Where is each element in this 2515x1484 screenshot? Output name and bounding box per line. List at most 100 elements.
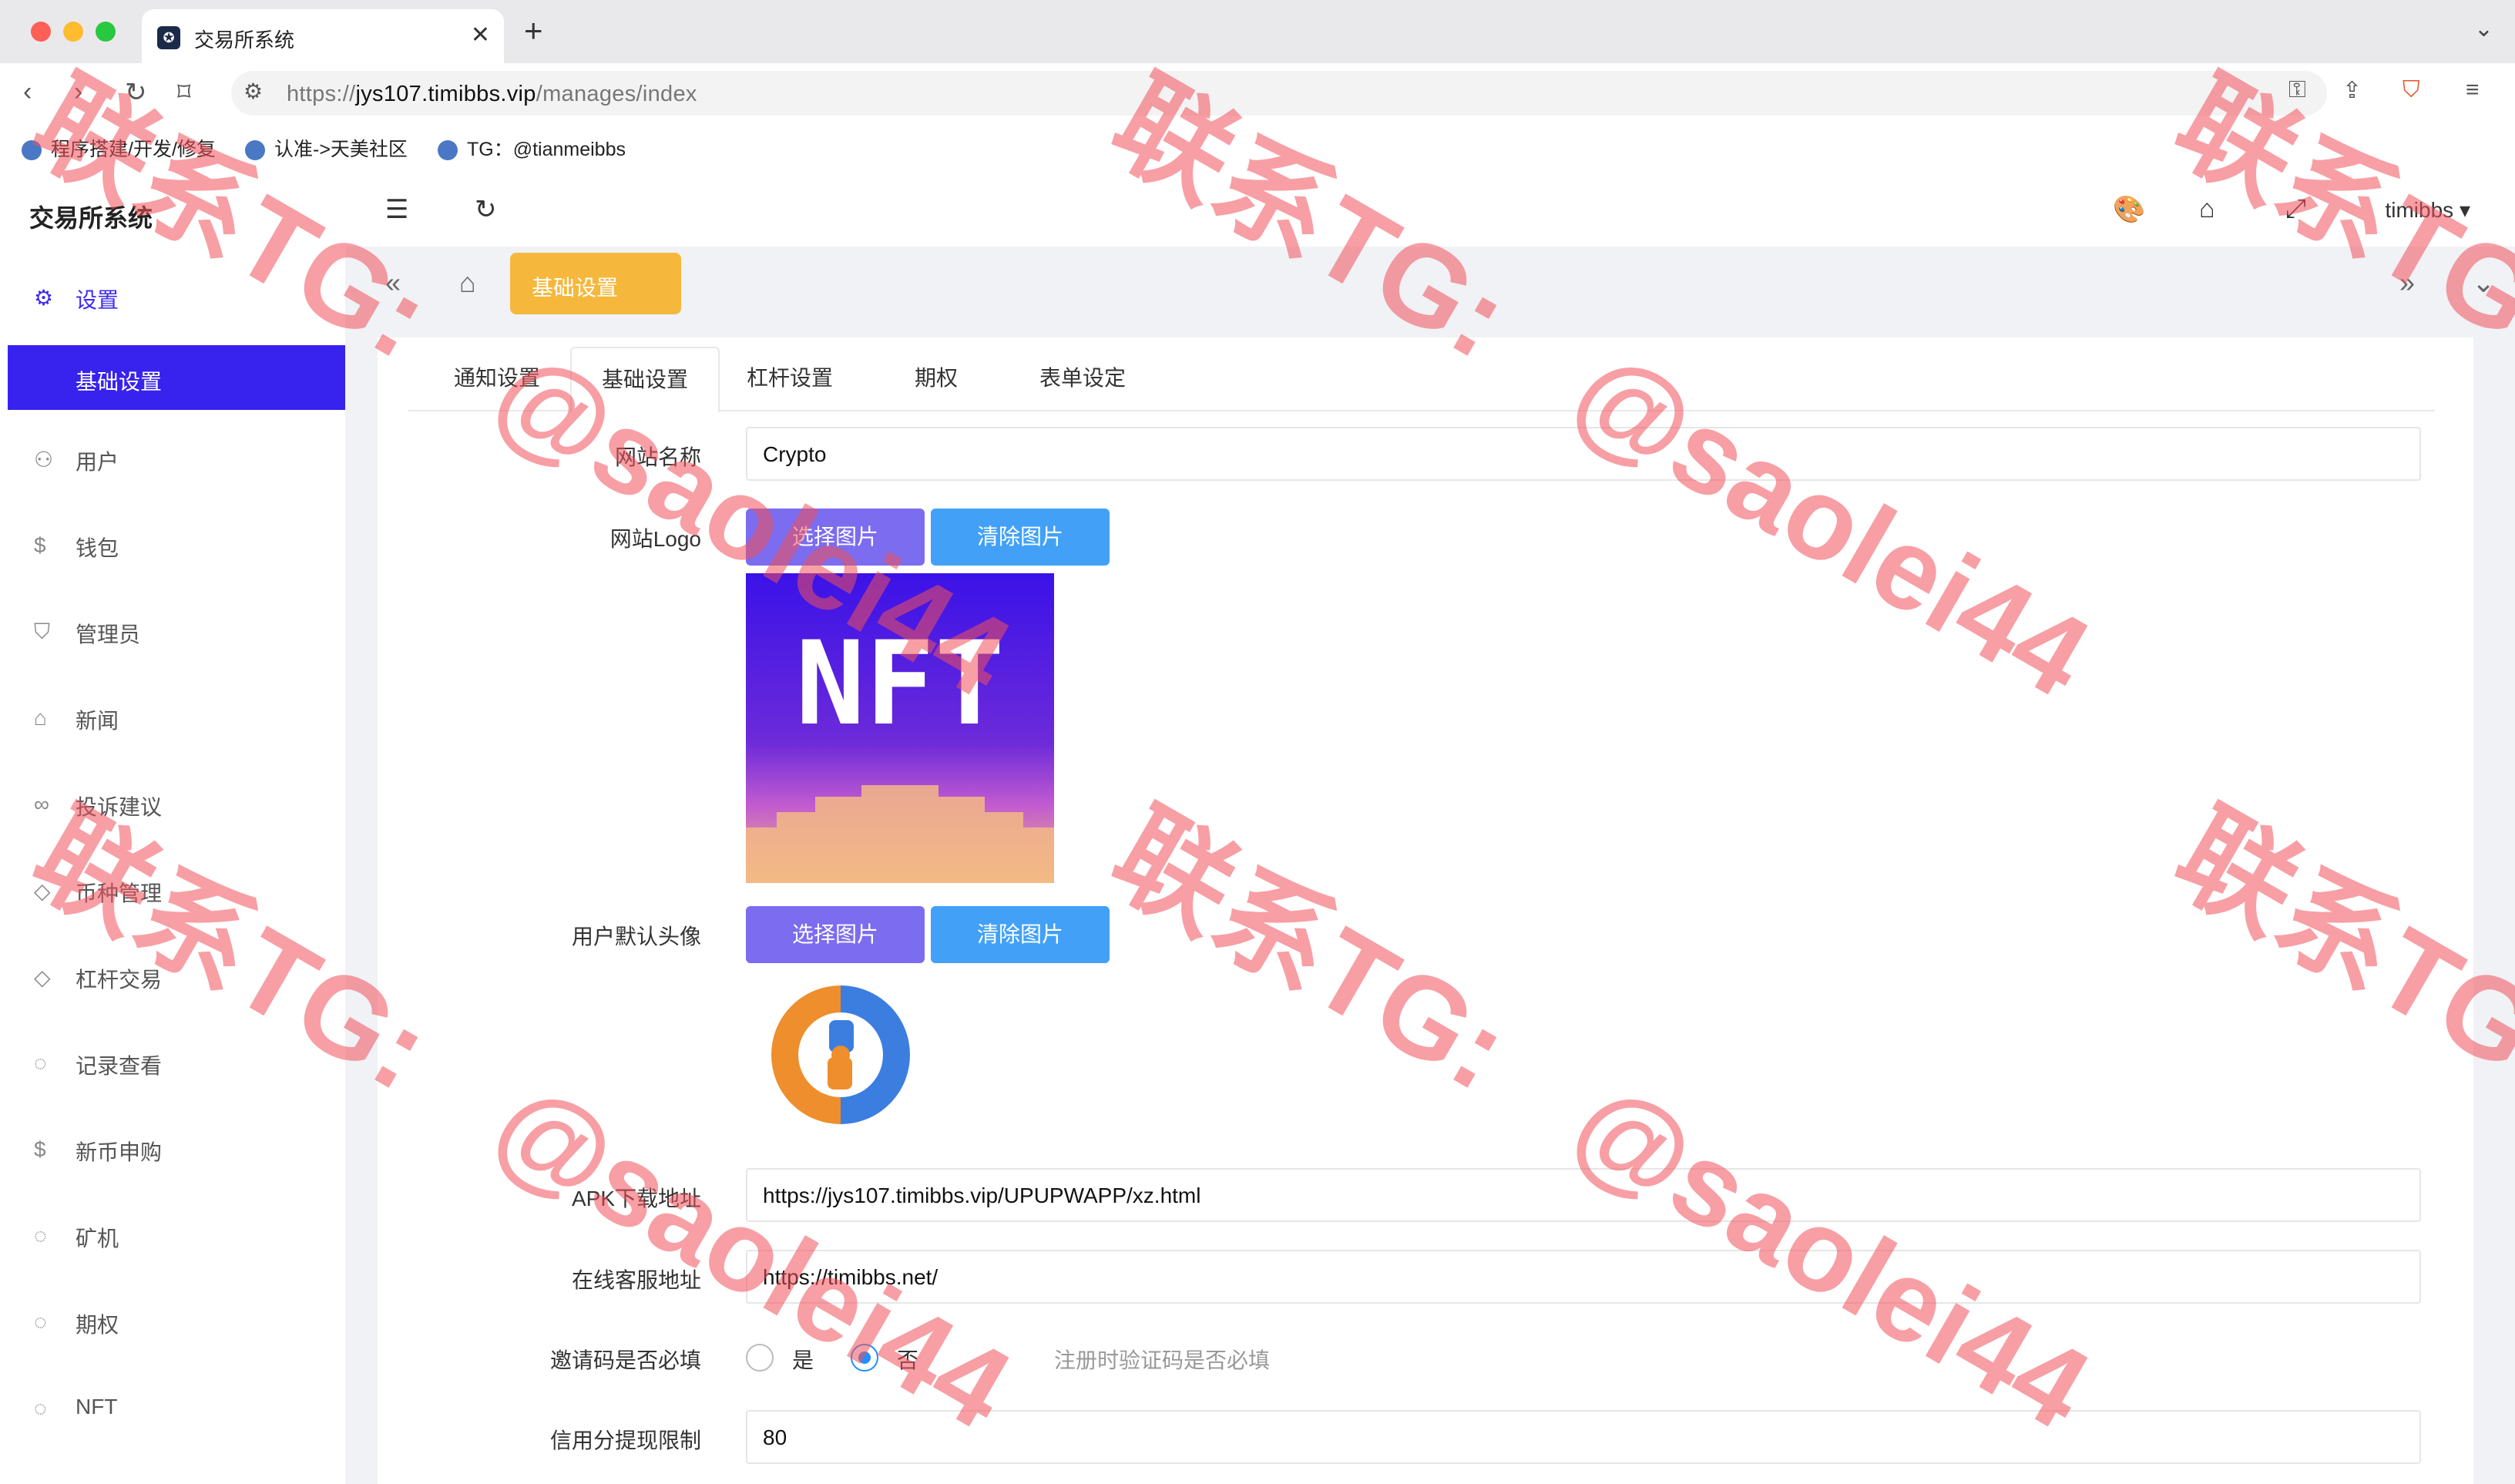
tag-basic-settings[interactable]: 基础设置	[510, 253, 681, 314]
sidebar-item-label: NFT	[76, 1395, 118, 1419]
tab-title: 交易所系统	[194, 29, 295, 52]
tab-form-settings[interactable]: 表单设定	[1009, 347, 1156, 410]
url-bar[interactable]: ⚙ https://jys107.timibbs.vip/manages/ind…	[231, 71, 2327, 116]
url-text: https://jys107.timibbs.vip/manages/index	[287, 82, 697, 107]
tab-options[interactable]: 期权	[863, 347, 1009, 410]
sidebar-item-basic-settings[interactable]: 基础设置	[8, 345, 345, 410]
bookmark-favicon-icon	[245, 140, 265, 161]
refresh-icon[interactable]: ↻	[475, 194, 497, 225]
tag-label: 基础设置	[532, 276, 619, 300]
settings-tabs: 通知设置 基础设置 杠杆设置 期权 表单设定	[408, 347, 2435, 413]
user-icon: ⚇	[34, 448, 54, 472]
bookmark-item[interactable]: 认准->天美社区	[245, 134, 408, 162]
invite-code-label: 邀请码是否必填	[549, 1348, 701, 1372]
sidebar-item-users[interactable]: ⚇ 用户	[0, 418, 345, 502]
diamond-icon: ◇	[34, 965, 51, 989]
bookmark-item[interactable]: TG：@tianmeibbs	[438, 134, 626, 162]
minimize-window-button[interactable]	[63, 22, 83, 42]
new-tab-button[interactable]: +	[524, 12, 543, 49]
palette-icon[interactable]: 🎨	[2113, 194, 2145, 225]
select-avatar-button[interactable]: 选择图片	[746, 906, 925, 963]
brave-shield-icon[interactable]: ⛉	[2403, 77, 2420, 103]
clear-avatar-button[interactable]: 清除图片	[931, 906, 1110, 963]
app-title: 交易所系统	[29, 204, 153, 232]
avatar-label: 用户默认头像	[571, 925, 701, 948]
close-window-button[interactable]	[31, 22, 51, 42]
clear-logo-button[interactable]: 清除图片	[931, 509, 1110, 566]
url-path: /manages/index	[536, 82, 697, 106]
sidebar-item-wallet[interactable]: $ 钱包	[0, 504, 345, 589]
bookmark-label: 程序搭建/开发/修复	[51, 139, 216, 160]
close-tab-icon[interactable]: ✕	[471, 22, 490, 49]
user-menu[interactable]: timibbs ▾	[2385, 197, 2470, 223]
sidebar-item-nft[interactable]: ◌ NFT	[0, 1367, 345, 1452]
browser-tab[interactable]: ✪ 交易所系统 ✕	[142, 9, 504, 63]
bookmark-label: 认准->天美社区	[274, 139, 408, 160]
maximize-window-button[interactable]	[96, 22, 116, 42]
tab-list-chevron-icon[interactable]: ⌄	[2474, 15, 2493, 42]
service-url-label: 在线客服地址	[571, 1268, 701, 1292]
tab-notification-settings[interactable]: 通知设置	[424, 347, 570, 410]
browser-toolbar: ‹ › ↻ ⌑ ⚙ https://jys107.timibbs.vip/man…	[0, 63, 2515, 125]
bookmark-favicon-icon	[22, 140, 42, 161]
share-icon[interactable]: ⇪	[2342, 77, 2362, 104]
reload-icon[interactable]: ↻	[125, 77, 147, 108]
username: timibbs	[2385, 198, 2454, 222]
sidebar-item-label: 钱包	[76, 536, 119, 560]
loading-icon: ◌	[34, 1224, 47, 1247]
key-icon[interactable]: ⚿	[2288, 77, 2306, 103]
link-icon: ∞	[34, 792, 49, 816]
invite-yes-radio[interactable]	[746, 1344, 774, 1372]
site-logo-image: NFT	[746, 573, 1054, 883]
select-logo-button[interactable]: 选择图片	[746, 509, 925, 566]
main-content: 通知设置 基础设置 杠杆设置 期权 表单设定 网站名称 Crypto 网站Log…	[378, 337, 2473, 1484]
back-icon[interactable]: ‹	[23, 77, 32, 107]
sidebar-item-admin[interactable]: ⛉ 管理员	[0, 590, 345, 675]
loading-icon: ◌	[34, 1051, 47, 1075]
fullscreen-icon[interactable]: ⤢	[2285, 194, 2306, 224]
collapse-menu-icon[interactable]: ☰	[385, 194, 408, 225]
invite-yes-label: 是	[792, 1348, 814, 1372]
bookmark-icon[interactable]: ⌑	[177, 77, 190, 108]
invite-no-radio[interactable]	[851, 1344, 878, 1372]
sidebar-item-label: 期权	[76, 1313, 119, 1337]
sidebar-item-leverage[interactable]: ◇ 杠杆交易	[0, 935, 345, 1020]
bookmarks-bar: 程序搭建/开发/修复 认准->天美社区 TG：@tianmeibbs	[0, 125, 2515, 172]
home-icon[interactable]: ⌂	[459, 267, 476, 299]
site-name-input[interactable]: Crypto	[746, 427, 2421, 481]
sidebar-item-label: 杠杆交易	[76, 968, 163, 992]
invite-no-label: 否	[897, 1348, 919, 1372]
menu-icon[interactable]: ≡	[2466, 77, 2480, 103]
bookmark-item[interactable]: 程序搭建/开发/修复	[22, 134, 216, 162]
favicon-icon: ✪	[157, 26, 180, 49]
sidebar-item-ipo[interactable]: $ 新币申购	[0, 1108, 345, 1193]
sidebar-item-label: 投诉建议	[76, 795, 163, 819]
forward-icon[interactable]: ›	[74, 77, 82, 107]
url-host: jys107.timibbs.vip	[355, 82, 536, 106]
app-header: ☰ ↻ 🎨 ⌂ ⤢ timibbs ▾	[345, 171, 2515, 247]
tag-icon[interactable]: ⌂	[2199, 194, 2215, 224]
tab-leverage-settings[interactable]: 杠杆设置	[717, 347, 863, 410]
service-url-input[interactable]: https://timibbs.net/	[746, 1250, 2421, 1304]
sidebar-item-settings[interactable]: ⚙ 设置	[0, 256, 345, 341]
tab-basic-settings[interactable]: 基础设置	[570, 347, 720, 413]
credit-limit-label: 信用分提现限制	[549, 1429, 701, 1452]
scroll-left-icon[interactable]: «	[385, 267, 401, 299]
credit-limit-input[interactable]: 80	[746, 1410, 2421, 1464]
tag-options-chevron-icon[interactable]: ⌄	[2472, 267, 2495, 299]
sidebar-item-options[interactable]: ◌ 期权	[0, 1281, 345, 1365]
sidebar-item-news[interactable]: ⌂ 新闻	[0, 677, 345, 761]
sidebar-item-coins[interactable]: ◇ 币种管理	[0, 849, 345, 934]
loading-icon: ◌	[34, 1310, 47, 1334]
tag-bar: « ⌂ 基础设置 » ⌄	[345, 247, 2515, 321]
url-prefix: https://	[287, 82, 356, 106]
site-settings-icon[interactable]: ⚙	[243, 79, 263, 104]
sidebar-item-records[interactable]: ◌ 记录查看	[0, 1022, 345, 1106]
scroll-right-icon[interactable]: »	[2399, 267, 2415, 299]
apk-url-input[interactable]: https://jys107.timibbs.vip/UPUPWAPP/xz.h…	[746, 1168, 2421, 1222]
sidebar-item-label: 记录查看	[76, 1054, 163, 1078]
sidebar-item-miner[interactable]: ◌ 矿机	[0, 1194, 345, 1279]
sidebar-item-label: 设置	[76, 288, 119, 312]
sidebar-item-complaints[interactable]: ∞ 投诉建议	[0, 763, 345, 848]
gear-icon: ⚙	[34, 286, 54, 310]
